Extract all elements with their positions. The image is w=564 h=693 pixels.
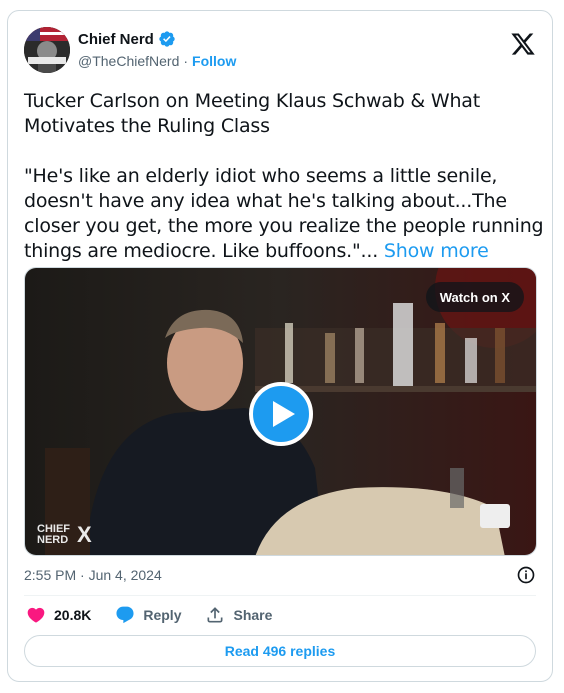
watch-on-x-button[interactable]: Watch on X [425, 282, 524, 312]
share-label: Share [233, 607, 273, 623]
avatar-image [24, 27, 70, 73]
author-handle-row: @TheChiefNerd · Follow [78, 53, 236, 69]
like-button[interactable]: 20.8K [26, 605, 91, 625]
watermark-line2: NERD [37, 534, 69, 546]
play-button[interactable] [249, 382, 313, 446]
tweet-text: Tucker Carlson on Meeting Klaus Schwab &… [24, 89, 544, 289]
tweet-card: Chief Nerd @TheChiefNerd · Follow Tucker C… [7, 10, 553, 682]
reply-icon [116, 606, 134, 624]
reply-button[interactable]: Reply [115, 605, 181, 625]
divider [24, 595, 536, 596]
tweet-header: Chief Nerd @TheChiefNerd · Follow [24, 25, 536, 75]
info-icon[interactable] [516, 565, 536, 585]
share-icon [207, 607, 223, 623]
share-button[interactable]: Share [205, 605, 272, 625]
play-icon [273, 401, 295, 427]
action-bar: 20.8K Reply Share [26, 605, 272, 625]
author-name-row: Chief Nerd [78, 30, 176, 48]
verified-badge-icon [159, 31, 175, 47]
x-logo-icon[interactable] [510, 31, 536, 57]
read-replies-button[interactable]: Read 496 replies [24, 635, 536, 667]
follow-button[interactable]: Follow [192, 53, 236, 69]
separator-dot: · [183, 53, 189, 69]
author-handle[interactable]: @TheChiefNerd [78, 53, 179, 69]
tweet-timestamp[interactable]: 2:55 PM · Jun 4, 2024 [24, 567, 162, 583]
avatar[interactable] [24, 27, 70, 73]
video-player[interactable]: Watch on X CHIEF NERD X [24, 267, 537, 556]
heart-icon [27, 607, 45, 623]
channel-watermark: CHIEF NERD X [37, 524, 92, 546]
show-more-link[interactable]: Show more [384, 240, 489, 262]
author-name[interactable]: Chief Nerd [78, 31, 154, 48]
watermark-x: X [77, 522, 92, 547]
reply-label: Reply [143, 607, 182, 623]
like-count: 20.8K [54, 607, 92, 623]
tweet-title-line: Tucker Carlson on Meeting Klaus Schwab &… [24, 90, 480, 137]
